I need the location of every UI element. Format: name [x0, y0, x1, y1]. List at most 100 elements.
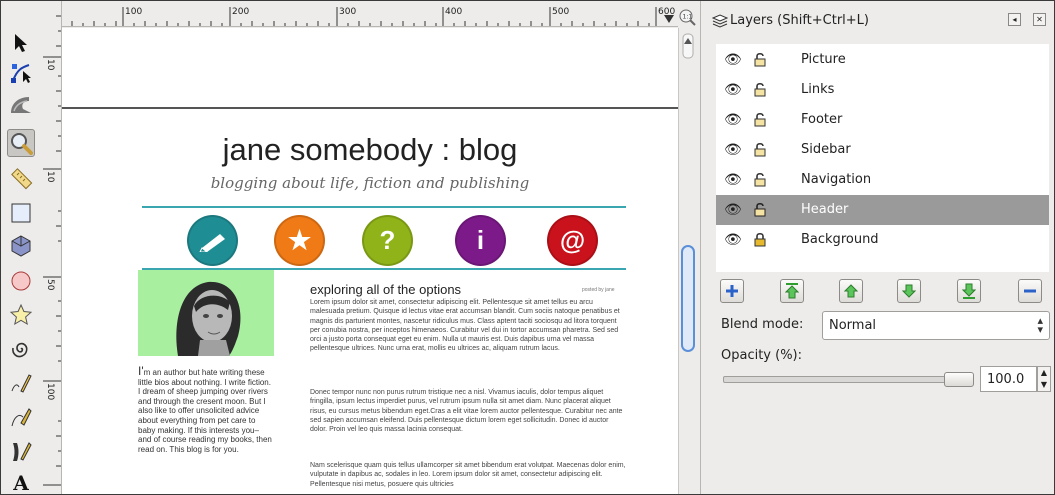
star-tool[interactable]: [7, 301, 35, 329]
nav-info-button[interactable]: i: [455, 215, 506, 266]
eye-icon[interactable]: 👁: [724, 52, 742, 68]
lower-to-bottom-button[interactable]: [957, 279, 981, 303]
unlocked-icon[interactable]: [754, 52, 766, 67]
locked-icon[interactable]: [754, 232, 766, 247]
selector-tool[interactable]: [7, 29, 35, 57]
layer-row-links[interactable]: 👁 Links: [716, 75, 1049, 105]
zoom-corner-icon[interactable]: 1:1: [678, 8, 696, 26]
hruler-label: 200: [232, 7, 250, 17]
eye-icon[interactable]: 👁: [724, 82, 742, 98]
layer-name: Sidebar: [801, 142, 851, 157]
unlocked-icon[interactable]: [754, 112, 766, 127]
layer-name: Header: [801, 202, 849, 217]
blog-tagline: blogging about life, fiction and publish…: [210, 174, 530, 192]
nav-pencil-button[interactable]: [187, 215, 238, 266]
zoom-tool[interactable]: [7, 129, 35, 157]
layer-row-footer[interactable]: 👁 Footer: [716, 105, 1049, 135]
raise-top-icon: [785, 283, 799, 299]
scroll-up-button[interactable]: [682, 33, 694, 59]
add-layer-button[interactable]: [720, 279, 744, 303]
layer-row-picture[interactable]: 👁 Picture: [716, 45, 1049, 75]
layer-row-sidebar[interactable]: 👁 Sidebar: [716, 135, 1049, 165]
nav-at-button[interactable]: @: [547, 215, 598, 266]
eye-icon[interactable]: 👁: [724, 232, 742, 248]
arrow-down-icon: [902, 284, 916, 298]
opacity-slider-handle[interactable]: [944, 372, 974, 387]
ellipse-tool[interactable]: [7, 267, 35, 295]
layer-row-header[interactable]: 👁 Header: [716, 195, 1049, 225]
circle-icon: [11, 271, 31, 291]
vertical-ruler-ticks: [43, 15, 61, 486]
vertical-ruler[interactable]: 10 10 50 100: [41, 1, 62, 494]
nav-star-button[interactable]: ★: [274, 215, 325, 266]
layer-row-navigation[interactable]: 👁 Navigation: [716, 165, 1049, 195]
layer-name: Navigation: [801, 172, 872, 187]
arrow-up-icon: [844, 284, 858, 298]
spin-down-icon[interactable]: ▼: [1041, 380, 1047, 389]
panel-close-button[interactable]: ✕: [1033, 13, 1046, 26]
scroll-thumb[interactable]: [681, 245, 695, 352]
unlocked-icon[interactable]: [754, 202, 766, 217]
arrow-pointer-icon: [15, 34, 27, 52]
svg-text:1:1: 1:1: [683, 14, 693, 21]
toolbox: A: [1, 1, 41, 495]
blend-mode-label: Blend mode:: [721, 317, 804, 332]
3d-box-tool[interactable]: [7, 232, 35, 260]
layers-icon: [712, 14, 728, 28]
tweak-wave-icon: [11, 97, 31, 113]
eye-icon[interactable]: 👁: [724, 202, 742, 218]
remove-layer-button[interactable]: [1018, 279, 1042, 303]
text-A-icon: A: [13, 471, 29, 495]
post-paragraph: Donec tempor nunc non purus rutrum trist…: [310, 389, 623, 434]
opacity-spinner[interactable]: ▲ ▼: [1037, 366, 1051, 392]
pencil-icon: [198, 233, 225, 252]
text-tool[interactable]: A: [7, 469, 35, 495]
pencil-tool[interactable]: [7, 369, 35, 397]
eye-icon[interactable]: 👁: [724, 142, 742, 158]
lower-layer-button[interactable]: [897, 279, 921, 303]
blog-title: jane somebody : blog: [222, 132, 518, 167]
opacity-input[interactable]: 100.0: [980, 366, 1037, 392]
panel-title: Layers (Shift+Ctrl+L): [730, 13, 870, 28]
nav-question-button[interactable]: ?: [362, 215, 413, 266]
collapse-icon: ◂: [1012, 15, 1017, 24]
vruler-label: 10: [45, 171, 55, 183]
eye-icon[interactable]: 👁: [724, 172, 742, 188]
tweak-tool[interactable]: [7, 90, 35, 118]
post-paragraph: Nam scelerisque quam quis tellus ullamco…: [310, 462, 626, 488]
unlocked-icon[interactable]: [754, 82, 766, 97]
eye-icon[interactable]: 👁: [724, 112, 742, 128]
vruler-label: 100: [45, 383, 55, 401]
measure-tool[interactable]: [7, 164, 35, 192]
unlocked-icon[interactable]: [754, 142, 766, 157]
layer-name: Background: [801, 232, 879, 247]
opacity-slider-track[interactable]: [723, 376, 953, 383]
hruler-label: 100: [125, 7, 143, 17]
horizontal-ruler-ticks: [71, 7, 657, 26]
magnifier-icon: [11, 133, 33, 155]
canvas-vertical-scrollbar[interactable]: [678, 28, 696, 494]
raise-layer-button[interactable]: [839, 279, 863, 303]
lower-bottom-icon: [962, 283, 976, 299]
blend-mode-value: Normal: [829, 318, 877, 333]
unlocked-icon[interactable]: [754, 172, 766, 187]
spin-up-icon[interactable]: ▲: [1041, 368, 1047, 377]
at-icon: @: [559, 225, 586, 255]
rectangle-icon: [11, 203, 31, 223]
pen-tool[interactable]: [7, 403, 35, 431]
post-title: exploring all of the options: [310, 282, 462, 297]
calligraphy-tool[interactable]: [7, 437, 35, 465]
horizontal-ruler[interactable]: 100 200 300 400 500 600: [62, 1, 678, 27]
opacity-label: Opacity (%):: [721, 348, 803, 363]
post-paragraph: Lorem ipsum dolor sit amet, consectetur …: [310, 299, 620, 353]
panel-collapse-button[interactable]: ◂: [1008, 13, 1021, 26]
spiral-tool[interactable]: [7, 335, 35, 363]
drawing-canvas[interactable]: jane somebody : blog blogging about life…: [62, 28, 678, 494]
layer-name: Links: [801, 82, 835, 97]
node-tool[interactable]: [7, 59, 35, 87]
chevron-updown-icon: ▴ ▾: [1037, 314, 1043, 336]
raise-to-top-button[interactable]: [780, 279, 804, 303]
blend-mode-select[interactable]: Normal ▴ ▾: [822, 311, 1050, 340]
rectangle-tool[interactable]: [7, 199, 35, 227]
layer-row-background[interactable]: 👁 Background: [716, 225, 1049, 255]
